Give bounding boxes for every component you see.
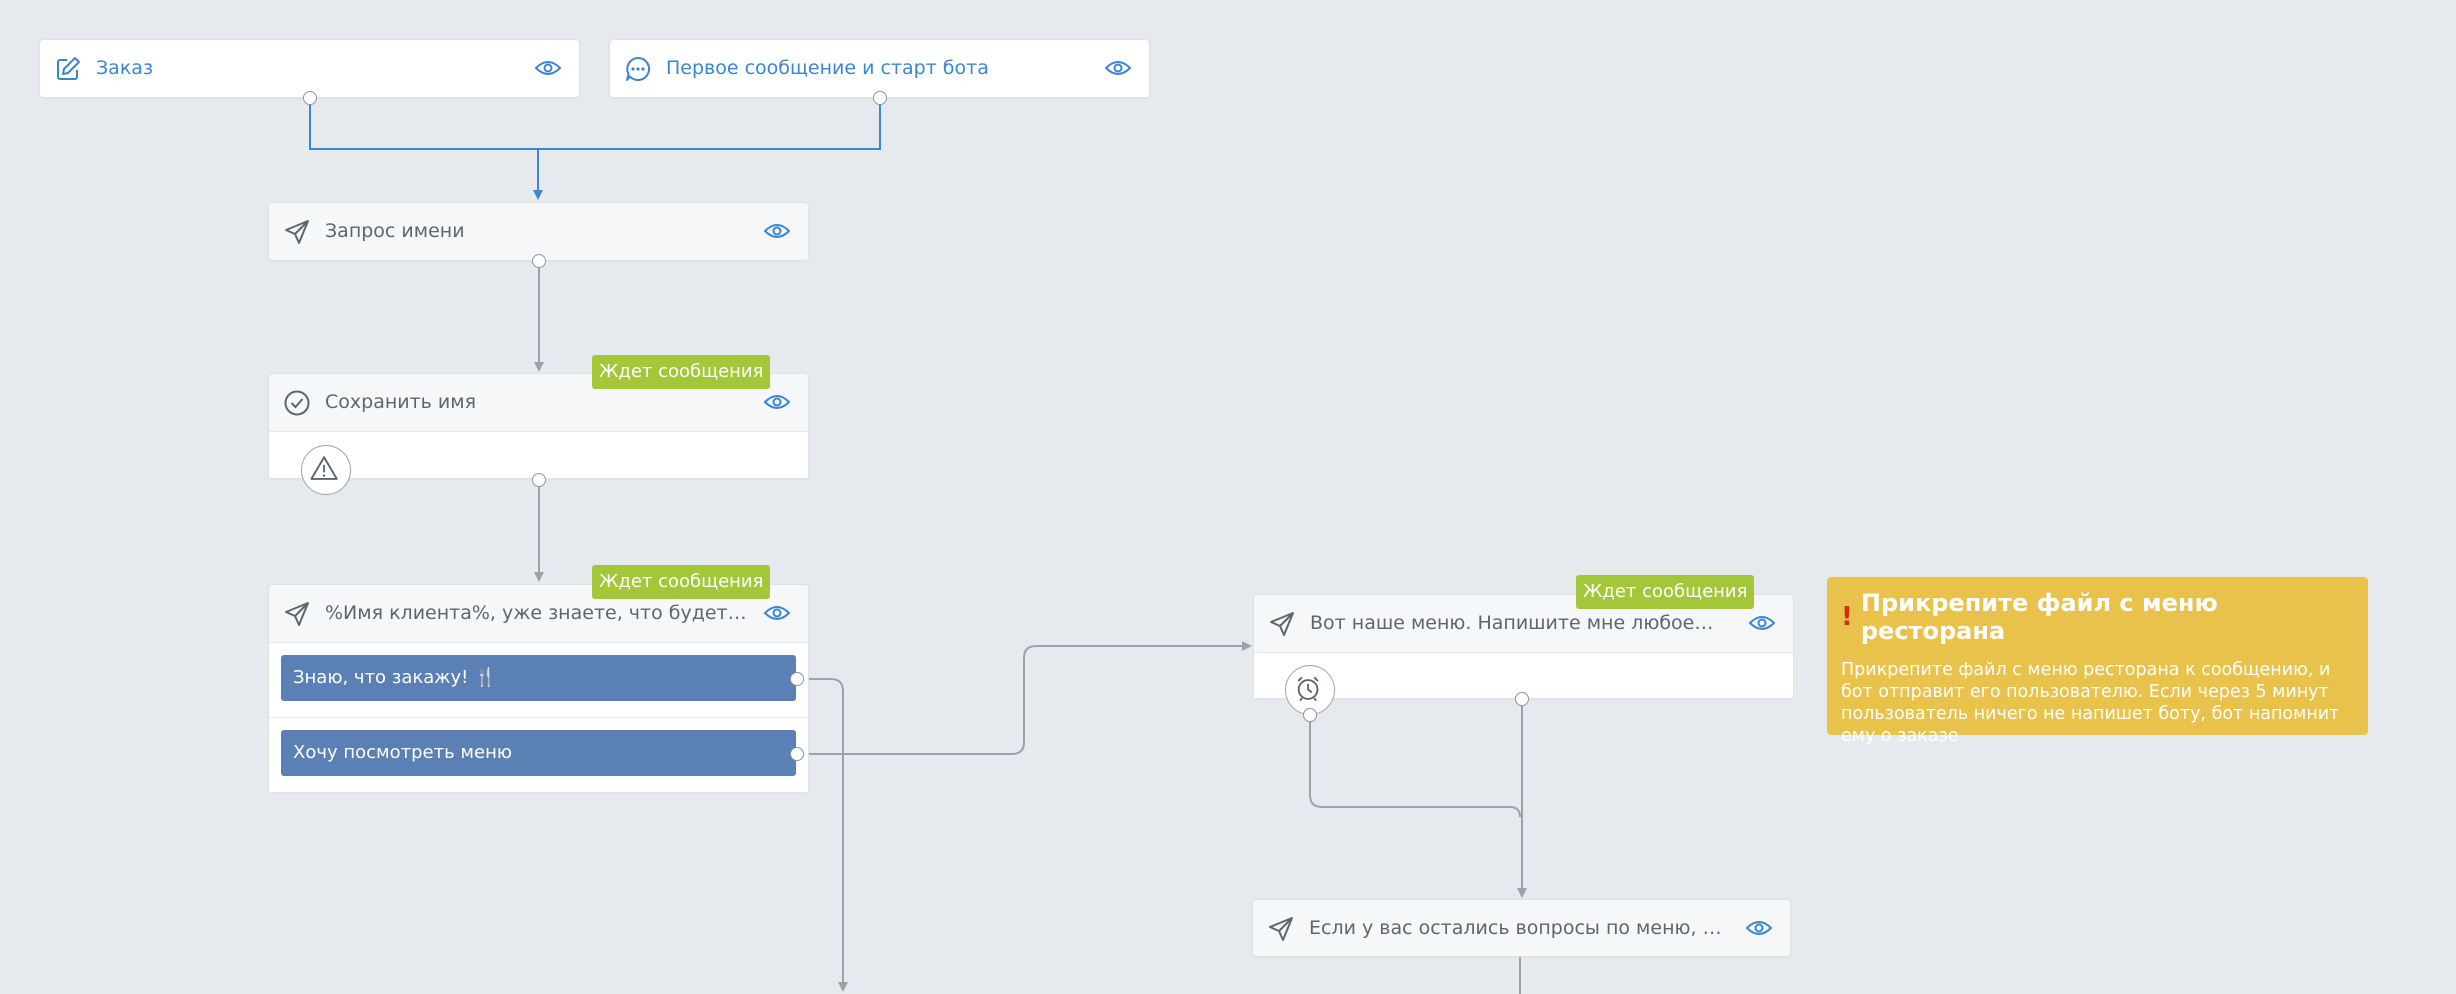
eye-icon[interactable] (1749, 614, 1775, 632)
output-port[interactable] (532, 254, 546, 268)
button-see-menu[interactable]: Хочу посмотреть меню (281, 730, 796, 776)
output-port[interactable] (303, 91, 317, 105)
wire-menu-button-to-menu (797, 641, 1252, 755)
send-icon (1270, 612, 1294, 636)
node-questions[interactable]: Если у вас остались вопросы по меню, вы… (1252, 899, 1791, 957)
eye-icon[interactable] (1746, 919, 1772, 937)
eye-icon[interactable] (764, 604, 790, 622)
output-port[interactable] (1515, 692, 1529, 706)
node-first-message[interactable]: Первое сообщение и старт бота (609, 39, 1150, 98)
note-text: Прикрепите файл с меню ресторана к сообщ… (1841, 660, 2340, 746)
node-body: Хочу посмотреть меню (269, 717, 808, 792)
eye-icon[interactable] (535, 59, 561, 77)
status-badge: Ждет сообщения (1576, 575, 1755, 609)
node-title: Запрос имени (325, 220, 465, 242)
status-badge: Ждет сообщения (592, 355, 771, 389)
chat-icon (626, 56, 651, 81)
node-body: Знаю, что закажу! 🍴 (269, 642, 808, 717)
exclamation-icon: ! (1841, 602, 1853, 632)
send-icon (285, 220, 309, 244)
note-title: Прикрепите файл с меню ресторана (1860, 589, 2218, 645)
edit-icon (57, 57, 80, 80)
eye-icon[interactable] (764, 393, 790, 411)
node-ask-name[interactable]: Запрос имени (268, 202, 809, 261)
eye-icon[interactable] (1105, 59, 1131, 77)
connection-wires (309, 98, 1527, 994)
send-icon (285, 602, 309, 626)
note-title-row: ! Прикрепите файл с меню ресторана (1841, 589, 2354, 645)
node-title: Заказ (96, 57, 154, 79)
output-port[interactable] (790, 747, 804, 761)
status-badge: Ждет сообщения (592, 565, 771, 599)
wire-first-to-ask-name (538, 98, 881, 150)
node-title: Первое сообщение и старт бота (666, 57, 989, 79)
eye-icon[interactable] (764, 222, 790, 240)
node-client-question[interactable]: %Имя клиента%, уже знаете, что будете… З… (268, 584, 809, 792)
output-port[interactable] (790, 672, 804, 686)
check-circle-icon (284, 390, 310, 416)
warning-icon (301, 445, 351, 495)
wire-order-to-ask-name (309, 98, 543, 200)
output-port[interactable] (532, 473, 546, 487)
button-know-order[interactable]: Знаю, что закажу! 🍴 (281, 655, 796, 701)
output-port[interactable] (1303, 708, 1317, 722)
node-order[interactable]: Заказ (39, 39, 580, 98)
sticky-note[interactable]: ! Прикрепите файл с меню ресторана Прикр… (1827, 577, 2368, 746)
wire-timer-to-questions (1309, 715, 1521, 818)
node-title: Если у вас остались вопросы по меню, вы… (1309, 917, 1730, 939)
send-icon (1269, 917, 1293, 941)
output-port[interactable] (873, 91, 887, 105)
